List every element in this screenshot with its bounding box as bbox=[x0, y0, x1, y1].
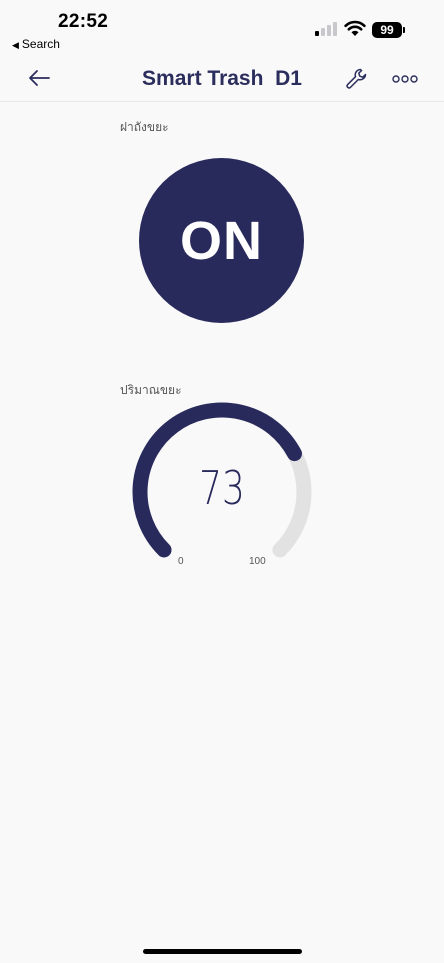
more-dots-icon[interactable] bbox=[392, 72, 418, 86]
app-header: Smart Trash D1 bbox=[0, 56, 444, 102]
battery-icon: 99 bbox=[372, 22, 402, 38]
page-title: Smart Trash D1 bbox=[142, 67, 302, 90]
gauge-max-label: 100 bbox=[249, 556, 266, 567]
clock: 22:52 bbox=[58, 11, 109, 32]
lid-toggle-button[interactable]: ON bbox=[139, 158, 304, 323]
back-triangle-icon: ◀ bbox=[12, 40, 19, 50]
cellular-signal-icon bbox=[315, 22, 337, 36]
gauge-value: 73 bbox=[199, 461, 245, 515]
wifi-icon bbox=[344, 20, 366, 36]
back-app-label: Search bbox=[21, 37, 60, 51]
trash-level-gauge: 73 bbox=[120, 395, 324, 575]
status-bar: 22:52 ◀ Search 99 bbox=[0, 0, 444, 56]
battery-tip bbox=[403, 27, 405, 33]
lid-label: ฝาถังขยะ bbox=[120, 120, 169, 134]
wrench-icon[interactable] bbox=[344, 66, 370, 92]
back-to-app-link[interactable]: ◀ Search bbox=[12, 37, 60, 51]
gauge-min-label: 0 bbox=[178, 556, 184, 567]
home-indicator bbox=[143, 949, 302, 954]
